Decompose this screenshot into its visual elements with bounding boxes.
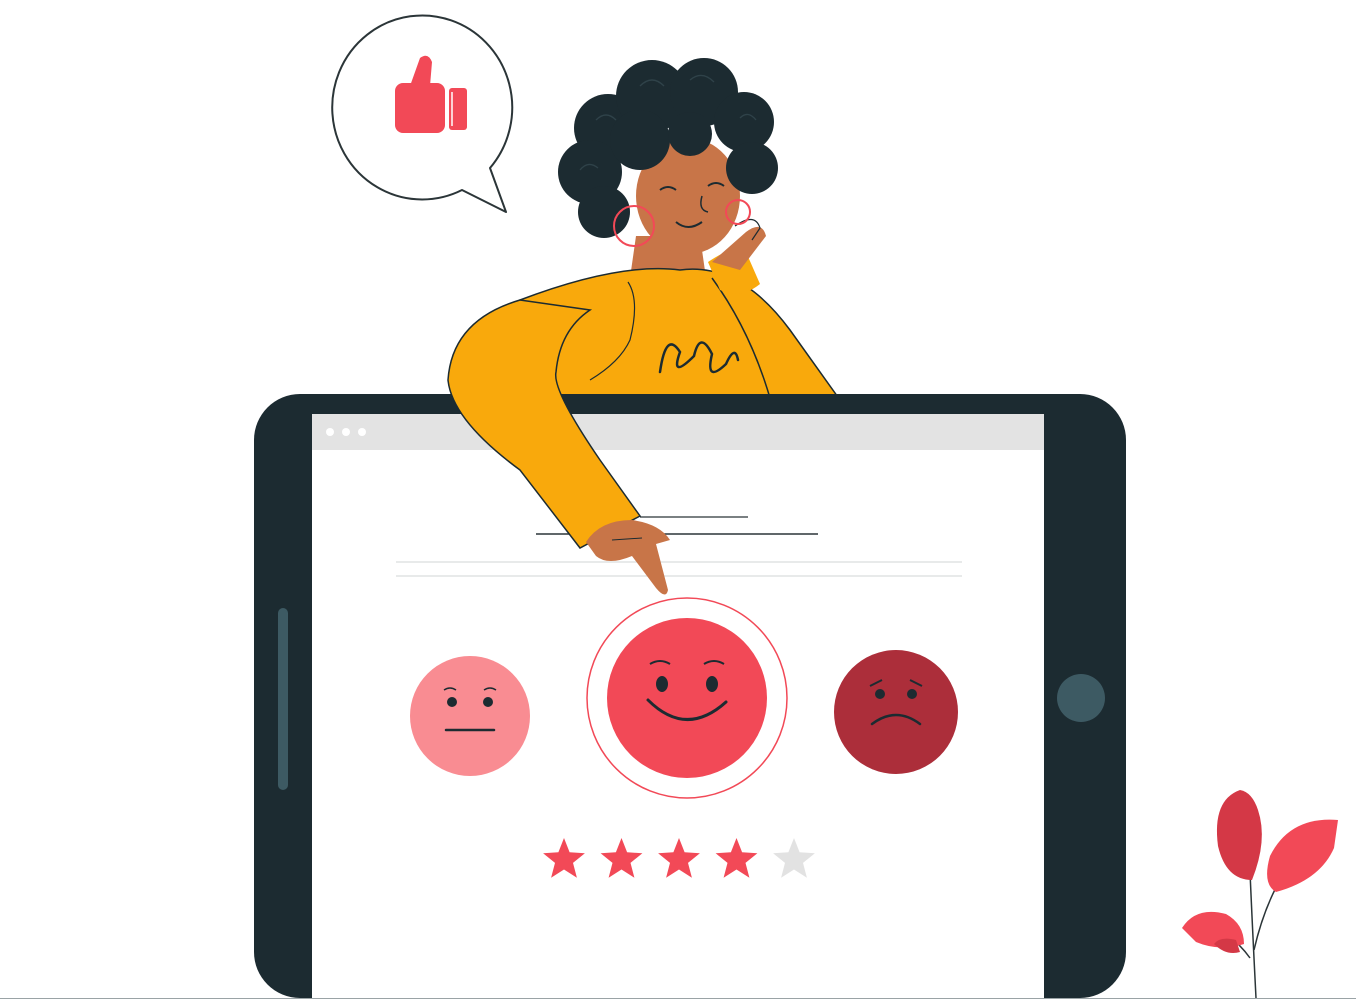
feedback-illustration	[0, 0, 1356, 1003]
plant	[1182, 790, 1338, 999]
window-dot-icon	[342, 428, 350, 436]
person	[519, 58, 842, 401]
ground-line	[0, 998, 1356, 999]
side-bar	[278, 608, 288, 790]
window-dot-icon	[326, 428, 334, 436]
sad-face-button[interactable]	[834, 650, 958, 774]
window-dot-icon	[358, 428, 366, 436]
neutral-face-button[interactable]	[410, 656, 530, 776]
home-button[interactable]	[1057, 674, 1105, 722]
browser-bar	[312, 414, 1044, 450]
